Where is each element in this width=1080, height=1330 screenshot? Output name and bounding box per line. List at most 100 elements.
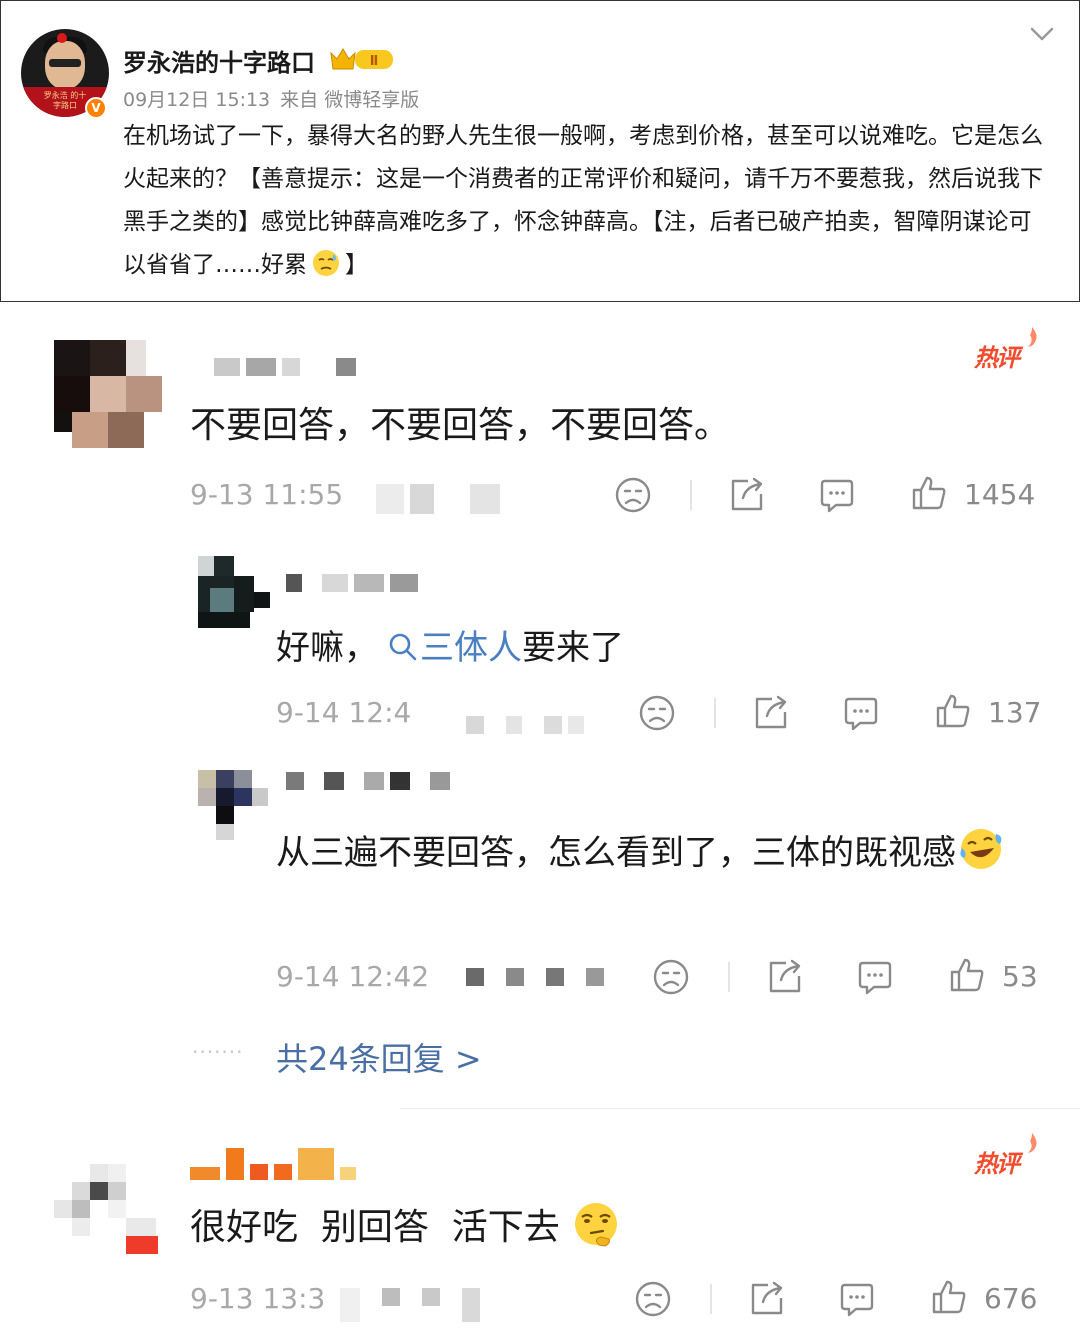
pixel xyxy=(90,1182,108,1200)
share-icon[interactable] xyxy=(766,958,804,996)
pixel xyxy=(198,770,216,788)
like-icon[interactable] xyxy=(948,956,986,994)
comment-text: 不要回答，不要回答，不要回答。 xyxy=(190,405,731,446)
avatar-glasses xyxy=(49,59,81,67)
crown-level-badge-icon[interactable]: Ⅱ xyxy=(329,45,395,73)
topic-link[interactable]: 三体人 xyxy=(420,628,522,668)
reply-dots: ······· xyxy=(192,1040,244,1064)
pixel xyxy=(126,1218,156,1236)
reply-text-content: 从三遍不要回答，怎么看到了，三体的既视感 xyxy=(276,833,956,873)
reply-text-before: 好嘛， xyxy=(276,628,378,668)
replier-name-blurred[interactable] xyxy=(286,574,418,592)
post-body-end: 】 xyxy=(345,252,368,278)
reply-location-blurred xyxy=(466,968,604,986)
sweat-emoji-icon xyxy=(313,250,339,276)
comment-time: 9-13 13:3 xyxy=(190,1282,326,1315)
smirk-emoji-icon xyxy=(575,1203,618,1247)
pixel xyxy=(108,1182,126,1200)
post-body-text: 在机场试了一下，暴得大名的野人先生很一般啊，考虑到价格，甚至可以说难吃。它是怎么… xyxy=(123,123,1043,278)
avatar-logo-mark xyxy=(57,33,67,43)
share-icon[interactable] xyxy=(748,1280,786,1318)
like-icon[interactable] xyxy=(910,474,948,512)
pixel xyxy=(72,1182,90,1200)
pixel xyxy=(72,1218,90,1236)
divider xyxy=(714,698,716,728)
original-post-card: 罗永浩 的十字路口 V 罗永浩的十字路口 Ⅱ 09月12日 15:13 来自 微博… xyxy=(0,0,1080,302)
commenter-name-blurred[interactable] xyxy=(214,358,356,376)
comment-icon[interactable] xyxy=(818,476,856,514)
pixel xyxy=(54,376,90,412)
verified-badge-icon: V xyxy=(85,97,107,119)
dislike-face-icon[interactable] xyxy=(652,958,690,996)
pixel xyxy=(234,770,252,788)
avatar-caption: 罗永浩 的十字路口 xyxy=(43,91,87,110)
comment-divider xyxy=(400,1108,1080,1109)
replier-name-blurred[interactable] xyxy=(286,772,450,790)
divider xyxy=(728,962,730,992)
pixel xyxy=(198,612,250,628)
pixel xyxy=(234,788,252,806)
hot-comment-label: 热评 xyxy=(974,1150,1020,1178)
pixel xyxy=(90,376,126,412)
level-badge-text: Ⅱ xyxy=(370,54,379,69)
pixel xyxy=(234,576,254,612)
reply-location-blurred xyxy=(466,716,584,734)
post-date: 09月12日 15:13 xyxy=(123,89,271,111)
pixel xyxy=(216,788,234,806)
like-count: 1454 xyxy=(964,478,1036,511)
search-icon xyxy=(389,633,417,661)
pixel xyxy=(214,556,234,576)
dislike-face-icon[interactable] xyxy=(634,1280,672,1318)
divider xyxy=(690,480,692,510)
pixel xyxy=(126,376,162,412)
comment-location-blurred xyxy=(376,484,500,514)
post-meta: 09月12日 15:13 来自 微博轻享版 xyxy=(123,85,429,112)
flame-icon xyxy=(1028,327,1037,347)
comment-text-content: 很好吃 别回答 活下去 xyxy=(190,1207,560,1248)
share-icon[interactable] xyxy=(728,476,766,514)
divider xyxy=(710,1284,712,1314)
like-count: 53 xyxy=(1002,960,1038,993)
reply-time: 9-14 12:42 xyxy=(276,960,430,993)
comment-icon[interactable] xyxy=(842,694,880,732)
pixel xyxy=(254,592,270,608)
like-icon[interactable] xyxy=(934,692,972,730)
share-icon[interactable] xyxy=(752,694,790,732)
post-body: 在机场试了一下，暴得大名的野人先生很一般啊，考虑到价格，甚至可以说难吃。它是怎么… xyxy=(123,115,1053,287)
dislike-face-icon[interactable] xyxy=(614,476,652,514)
commenter-name-blurred[interactable] xyxy=(190,1148,356,1180)
author-name[interactable]: 罗永浩的十字路口 xyxy=(123,43,315,78)
pixel xyxy=(108,412,144,448)
pixel xyxy=(210,588,234,612)
view-more-replies-link[interactable]: 共24条回复 > xyxy=(276,1034,482,1080)
reply-text: 从三遍不要回答，怎么看到了，三体的既视感 xyxy=(276,824,1046,882)
comment-icon[interactable] xyxy=(838,1280,876,1318)
pixel xyxy=(252,788,268,806)
chevron-down-icon[interactable] xyxy=(1029,25,1055,43)
flame-icon xyxy=(1028,1133,1037,1153)
comment-text: 很好吃 别回答 活下去 xyxy=(190,1198,621,1250)
comment-location-blurred xyxy=(340,1288,480,1322)
laugh-cry-emoji-icon xyxy=(960,829,1002,869)
like-count: 676 xyxy=(984,1282,1038,1315)
pixel xyxy=(108,1200,126,1218)
comment-time: 9-13 11:55 xyxy=(190,478,344,511)
pixel xyxy=(216,770,234,788)
pixel xyxy=(54,1200,72,1218)
pixel xyxy=(72,1200,90,1218)
pixel xyxy=(54,340,90,376)
pixel xyxy=(72,412,108,448)
reply-time: 9-14 12:4 xyxy=(276,696,412,729)
comment-icon[interactable] xyxy=(856,958,894,996)
pixel xyxy=(198,788,216,806)
dislike-face-icon[interactable] xyxy=(638,694,676,732)
pixel xyxy=(90,1164,108,1182)
pixel xyxy=(216,806,234,824)
pixel xyxy=(126,340,146,376)
pixel xyxy=(126,1236,158,1254)
like-icon[interactable] xyxy=(930,1278,968,1316)
hot-comment-label: 热评 xyxy=(974,344,1020,372)
post-source[interactable]: 来自 微博轻享版 xyxy=(280,89,419,111)
pixel xyxy=(108,1164,126,1182)
pixel xyxy=(216,824,234,840)
